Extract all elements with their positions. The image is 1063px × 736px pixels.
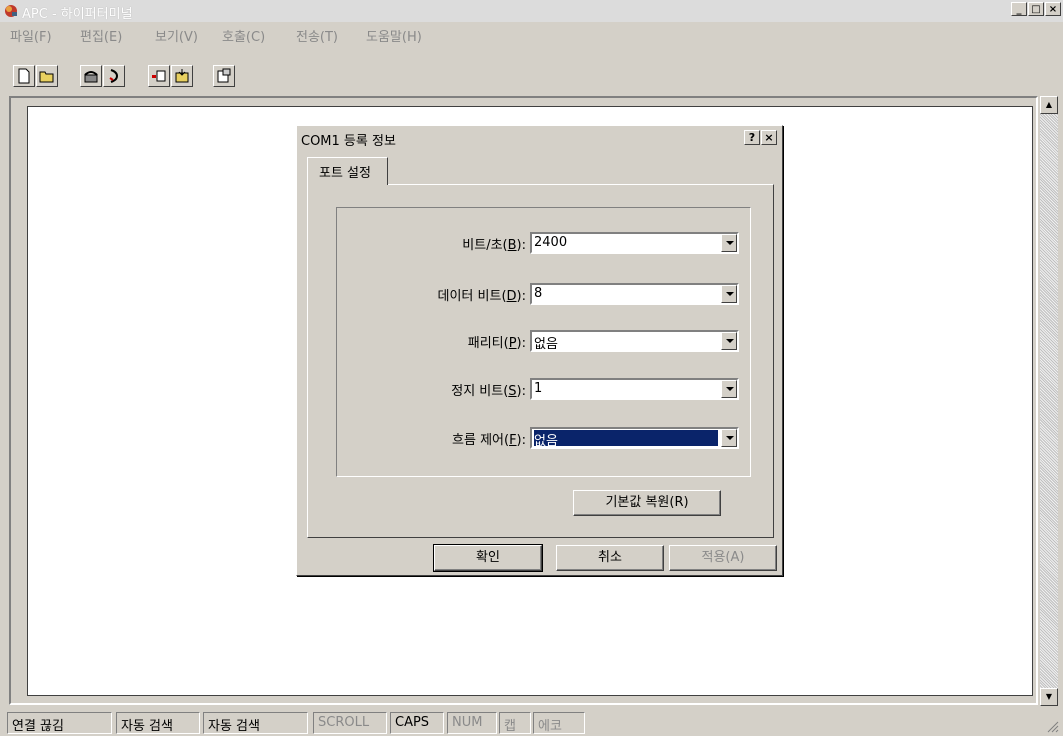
bits-per-second-label: 비트/초(B): <box>462 238 526 253</box>
open-icon[interactable] <box>36 65 58 87</box>
status-scroll: SCROLL <box>313 712 387 734</box>
dialog-close-button[interactable]: × <box>761 130 777 145</box>
status-caps: CAPS <box>390 712 444 734</box>
data-bits-label: 데이터 비트(D): <box>437 289 526 304</box>
flow-control-label: 흐름 제어(F): <box>452 433 526 448</box>
new-connection-icon[interactable] <box>13 65 35 87</box>
dialog-title: COM1 등록 정보 <box>301 134 396 149</box>
close-button[interactable]: × <box>1045 2 1061 16</box>
status-auto-detect-2: 자동 검색 <box>203 712 308 734</box>
flow-control-row: 흐름 제어(F): 없음 <box>337 427 752 449</box>
status-connection: 연결 끊김 <box>7 712 112 734</box>
dialog-title-bar[interactable]: COM1 등록 정보 ? × <box>299 128 780 149</box>
flow-control-select[interactable]: 없음 <box>530 427 739 449</box>
menu-bar: 파일(F) 편집(E) 보기(V) 호출(C) 전송(T) 도움말(H) <box>0 22 1063 45</box>
toolbar <box>0 58 1063 88</box>
title-bar[interactable]: APC - 하이퍼터미널 _ □ × <box>0 0 1063 22</box>
chevron-down-icon[interactable] <box>721 234 737 252</box>
maximize-button[interactable]: □ <box>1028 2 1044 16</box>
properties-icon[interactable] <box>213 65 235 87</box>
com1-properties-dialog: COM1 등록 정보 ? × 포트 설정 비트/초(B): 2400 데이터 비… <box>296 125 783 576</box>
status-num: NUM <box>447 712 497 734</box>
menu-view[interactable]: 보기(V) <box>155 26 198 45</box>
chevron-down-icon[interactable] <box>721 285 737 303</box>
call-icon[interactable] <box>80 65 102 87</box>
vertical-scrollbar[interactable]: ▲ ▼ <box>1040 96 1058 706</box>
scroll-down-button[interactable]: ▼ <box>1040 688 1058 706</box>
stop-bits-select[interactable]: 1 <box>530 378 739 400</box>
status-auto-detect-1: 자동 검색 <box>116 712 200 734</box>
stop-bits-row: 정지 비트(S): 1 <box>337 378 752 400</box>
tab-panel: 비트/초(B): 2400 데이터 비트(D): 8 패리티(P): 없음 정지… <box>307 184 774 538</box>
menu-edit[interactable]: 편집(E) <box>80 26 122 45</box>
apply-button: 적용(A) <box>669 545 777 571</box>
parity-select[interactable]: 없음 <box>530 330 739 352</box>
parity-label: 패리티(P): <box>467 336 526 351</box>
ok-button[interactable]: 확인 <box>433 544 543 572</box>
bits-per-second-value: 2400 <box>534 235 568 250</box>
receive-icon[interactable] <box>171 65 193 87</box>
data-bits-row: 데이터 비트(D): 8 <box>337 283 752 305</box>
status-echo: 에코 <box>533 712 585 734</box>
send-icon[interactable] <box>148 65 170 87</box>
chevron-down-icon[interactable] <box>721 332 737 350</box>
stop-bits-value: 1 <box>534 381 543 396</box>
chevron-down-icon[interactable] <box>721 380 737 398</box>
restore-defaults-button[interactable]: 기본값 복원(R) <box>573 490 721 516</box>
tab-port-settings-label: 포트 설정 <box>319 166 371 181</box>
menu-call[interactable]: 호출(C) <box>222 26 265 45</box>
bits-per-second-select[interactable]: 2400 <box>530 232 739 254</box>
chevron-down-icon[interactable] <box>721 429 737 447</box>
parity-value: 없음 <box>534 337 558 352</box>
menu-transfer[interactable]: 전송(T) <box>296 26 338 45</box>
disconnect-icon[interactable] <box>103 65 125 87</box>
parity-row: 패리티(P): 없음 <box>337 330 752 352</box>
window-title: APC - 하이퍼터미널 <box>22 7 133 22</box>
cancel-button[interactable]: 취소 <box>556 545 664 571</box>
scroll-up-button[interactable]: ▲ <box>1040 96 1058 114</box>
status-bar: 연결 끊김 자동 검색 자동 검색 SCROLL CAPS NUM 캡 에코 <box>0 709 1063 736</box>
status-capture: 캡 <box>499 712 531 734</box>
dialog-help-button[interactable]: ? <box>744 130 760 145</box>
menu-file[interactable]: 파일(F) <box>10 26 52 45</box>
bits-per-second-row: 비트/초(B): 2400 <box>337 232 752 254</box>
data-bits-value: 8 <box>534 286 543 301</box>
menu-help[interactable]: 도움말(H) <box>366 26 422 45</box>
flow-control-value: 없음 <box>533 429 719 449</box>
resize-grip-icon[interactable] <box>1045 719 1059 733</box>
stop-bits-label: 정지 비트(S): <box>451 384 526 399</box>
port-settings-group: 비트/초(B): 2400 데이터 비트(D): 8 패리티(P): 없음 정지… <box>336 207 751 477</box>
tab-port-settings[interactable]: 포트 설정 <box>307 157 388 185</box>
minimize-button[interactable]: _ <box>1011 2 1027 16</box>
data-bits-select[interactable]: 8 <box>530 283 739 305</box>
hyperterminal-app-icon <box>5 5 17 17</box>
